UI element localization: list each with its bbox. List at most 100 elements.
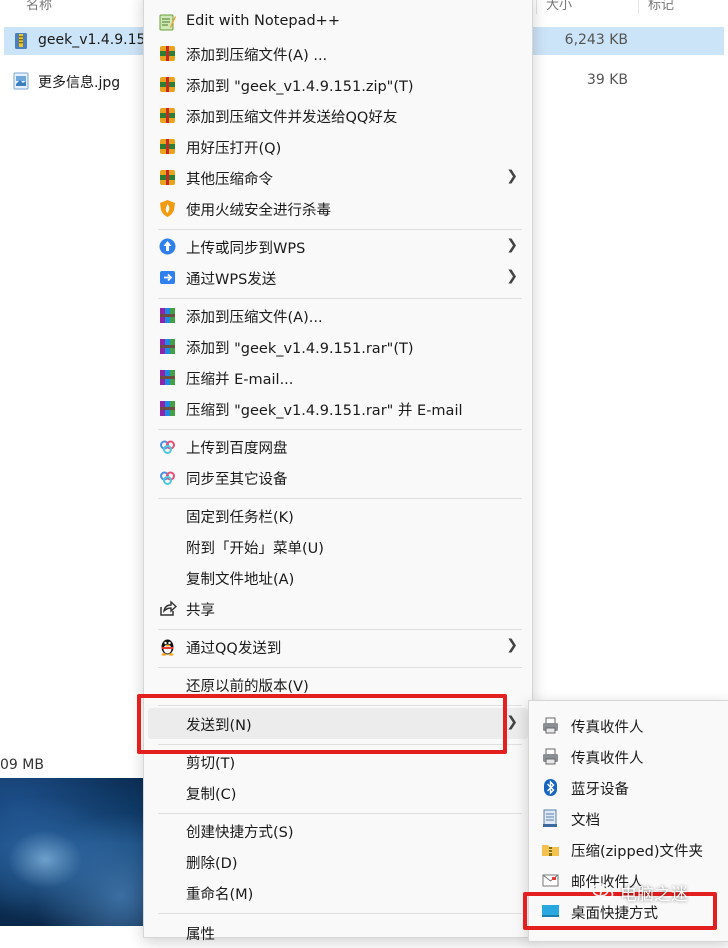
winrar-icon: [160, 339, 175, 354]
menu-separator: [158, 429, 522, 430]
menu-separator: [158, 913, 522, 914]
menu-item-label: 用好压打开(Q): [186, 141, 282, 157]
menu-item-label: 添加到 "geek_v1.4.9.151.rar"(T): [186, 341, 414, 357]
menu-item-label: 压缩到 "geek_v1.4.9.151.rar" 并 E-mail: [186, 403, 463, 419]
menu-item-label: 创建快捷方式(S): [186, 825, 294, 841]
submenu-item-label: 蓝牙设备: [571, 782, 629, 798]
wechat-icon: [592, 883, 614, 901]
column-header-size[interactable]: 大小: [546, 0, 572, 13]
menu-item-edit-notepad[interactable]: Edit with Notepad++: [148, 7, 528, 38]
context-menu: Edit with Notepad++ 添加到压缩文件(A) ... 添加到 "…: [143, 0, 533, 943]
fax-icon: [543, 748, 558, 765]
winrar-icon: [160, 370, 175, 385]
preview-thumbnail-image: [0, 778, 150, 926]
menu-item-create-shortcut[interactable]: 创建快捷方式(S): [148, 815, 528, 846]
submenu-item-label: 传真收件人: [571, 720, 644, 736]
menu-item-label: 上传或同步到WPS: [186, 241, 306, 257]
menu-item-properties[interactable]: 属性: [148, 917, 528, 948]
menu-item-copy[interactable]: 复制(C): [148, 777, 528, 808]
menu-item-label: 通过QQ发送到: [186, 641, 282, 657]
menu-separator: [158, 629, 522, 630]
mail-icon: [542, 874, 559, 887]
menu-item-haozip-open[interactable]: 用好压打开(Q): [148, 131, 528, 162]
menu-item-haozip-more[interactable]: 其他压缩命令 ❯: [148, 162, 528, 193]
winrar-icon: [160, 308, 175, 323]
menu-item-copy-path[interactable]: 复制文件地址(A): [148, 562, 528, 593]
menu-item-label: Edit with Notepad++: [186, 13, 340, 29]
chevron-right-icon: ❯: [506, 637, 518, 653]
menu-item-wps-send[interactable]: 通过WPS发送 ❯: [148, 262, 528, 293]
menu-separator: [158, 229, 522, 230]
send-to-documents[interactable]: 文档: [535, 803, 725, 834]
menu-item-winrar-rar-email[interactable]: 压缩到 "geek_v1.4.9.151.rar" 并 E-mail: [148, 393, 528, 424]
menu-separator: [158, 813, 522, 814]
menu-item-haozip-add-zip[interactable]: 添加到 "geek_v1.4.9.151.zip"(T): [148, 69, 528, 100]
menu-item-winrar-add-rar[interactable]: 添加到 "geek_v1.4.9.151.rar"(T): [148, 331, 528, 362]
menu-item-label: 复制(C): [186, 787, 237, 803]
chevron-right-icon: ❯: [506, 168, 518, 184]
menu-separator: [158, 298, 522, 299]
menu-item-label: 上传到百度网盘: [186, 441, 288, 457]
menu-item-label: 属性: [186, 927, 215, 943]
column-header-tag[interactable]: 标记: [648, 0, 674, 13]
menu-item-pin-start[interactable]: 附到「开始」菜单(U): [148, 531, 528, 562]
menu-item-label: 删除(D): [186, 856, 238, 872]
menu-item-baidu-sync[interactable]: 同步至其它设备: [148, 462, 528, 493]
wps-upload-icon: [159, 238, 176, 255]
haozip-icon: [160, 108, 175, 123]
haozip-icon: [160, 77, 175, 92]
image-file-icon: [13, 72, 29, 90]
send-to-zip-folder[interactable]: 压缩(zipped)文件夹: [535, 834, 725, 865]
menu-separator: [158, 498, 522, 499]
menu-item-label: 其他压缩命令: [186, 172, 273, 188]
menu-item-rename[interactable]: 重命名(M): [148, 877, 528, 908]
menu-item-send-qq[interactable]: 通过QQ发送到 ❯: [148, 631, 528, 662]
watermark-text: 电脑之迷: [620, 885, 688, 905]
column-separator: [536, 0, 537, 14]
file-size: 6,243 KB: [564, 32, 628, 48]
menu-item-label: 添加到压缩文件(A) ...: [186, 48, 328, 64]
qq-penguin-icon: [161, 639, 174, 656]
menu-item-label: 还原以前的版本(V): [186, 679, 309, 695]
column-separator: [638, 0, 639, 14]
menu-item-haozip-send-qq[interactable]: 添加到压缩文件并发送给QQ好友: [148, 100, 528, 131]
file-size: 39 KB: [586, 72, 628, 88]
haozip-icon: [160, 139, 175, 154]
column-header-name[interactable]: 名称: [26, 0, 52, 13]
submenu-item-label: 传真收件人: [571, 751, 644, 767]
fax-icon: [543, 717, 558, 734]
menu-item-label: 剪切(T): [186, 756, 236, 772]
menu-item-huorong-scan[interactable]: 使用火绒安全进行杀毒: [148, 193, 528, 224]
menu-item-label: 复制文件地址(A): [186, 572, 295, 588]
haozip-icon: [160, 46, 175, 61]
menu-item-winrar-add[interactable]: 添加到压缩文件(A)...: [148, 300, 528, 331]
menu-item-label: 添加到压缩文件并发送给QQ好友: [186, 110, 398, 126]
send-to-fax[interactable]: 传真收件人: [535, 710, 725, 741]
menu-item-baidu-upload[interactable]: 上传到百度网盘: [148, 431, 528, 462]
submenu-item-label: 压缩(zipped)文件夹: [571, 844, 703, 860]
menu-item-share[interactable]: 共享: [148, 593, 528, 624]
menu-item-label: 通过WPS发送: [186, 272, 277, 288]
menu-item-winrar-email[interactable]: 压缩并 E-mail...: [148, 362, 528, 393]
menu-item-label: 使用火绒安全进行杀毒: [186, 203, 331, 219]
menu-item-wps-upload[interactable]: 上传或同步到WPS ❯: [148, 231, 528, 262]
highlight-send-to: [137, 694, 507, 754]
documents-icon: [543, 809, 557, 827]
submenu-item-label: 文档: [571, 813, 600, 829]
share-icon: [160, 600, 177, 616]
menu-item-label: 压缩并 E-mail...: [186, 372, 294, 388]
notepad-icon: [159, 14, 176, 31]
menu-item-haozip-add[interactable]: 添加到压缩文件(A) ...: [148, 38, 528, 69]
winrar-icon: [160, 401, 175, 416]
status-selected-size: 09 MB: [0, 757, 44, 773]
menu-item-label: 添加到压缩文件(A)...: [186, 310, 323, 326]
menu-item-label: 固定到任务栏(K): [186, 510, 294, 526]
send-to-bluetooth[interactable]: 蓝牙设备: [535, 772, 725, 803]
menu-item-pin-taskbar[interactable]: 固定到任务栏(K): [148, 500, 528, 531]
file-name: 更多信息.jpg: [38, 75, 121, 91]
chevron-right-icon: ❯: [506, 268, 518, 284]
menu-item-label: 同步至其它设备: [186, 472, 288, 488]
menu-item-delete[interactable]: 删除(D): [148, 846, 528, 877]
send-to-fax[interactable]: 传真收件人: [535, 741, 725, 772]
baidu-netdisk-icon: [160, 440, 175, 454]
